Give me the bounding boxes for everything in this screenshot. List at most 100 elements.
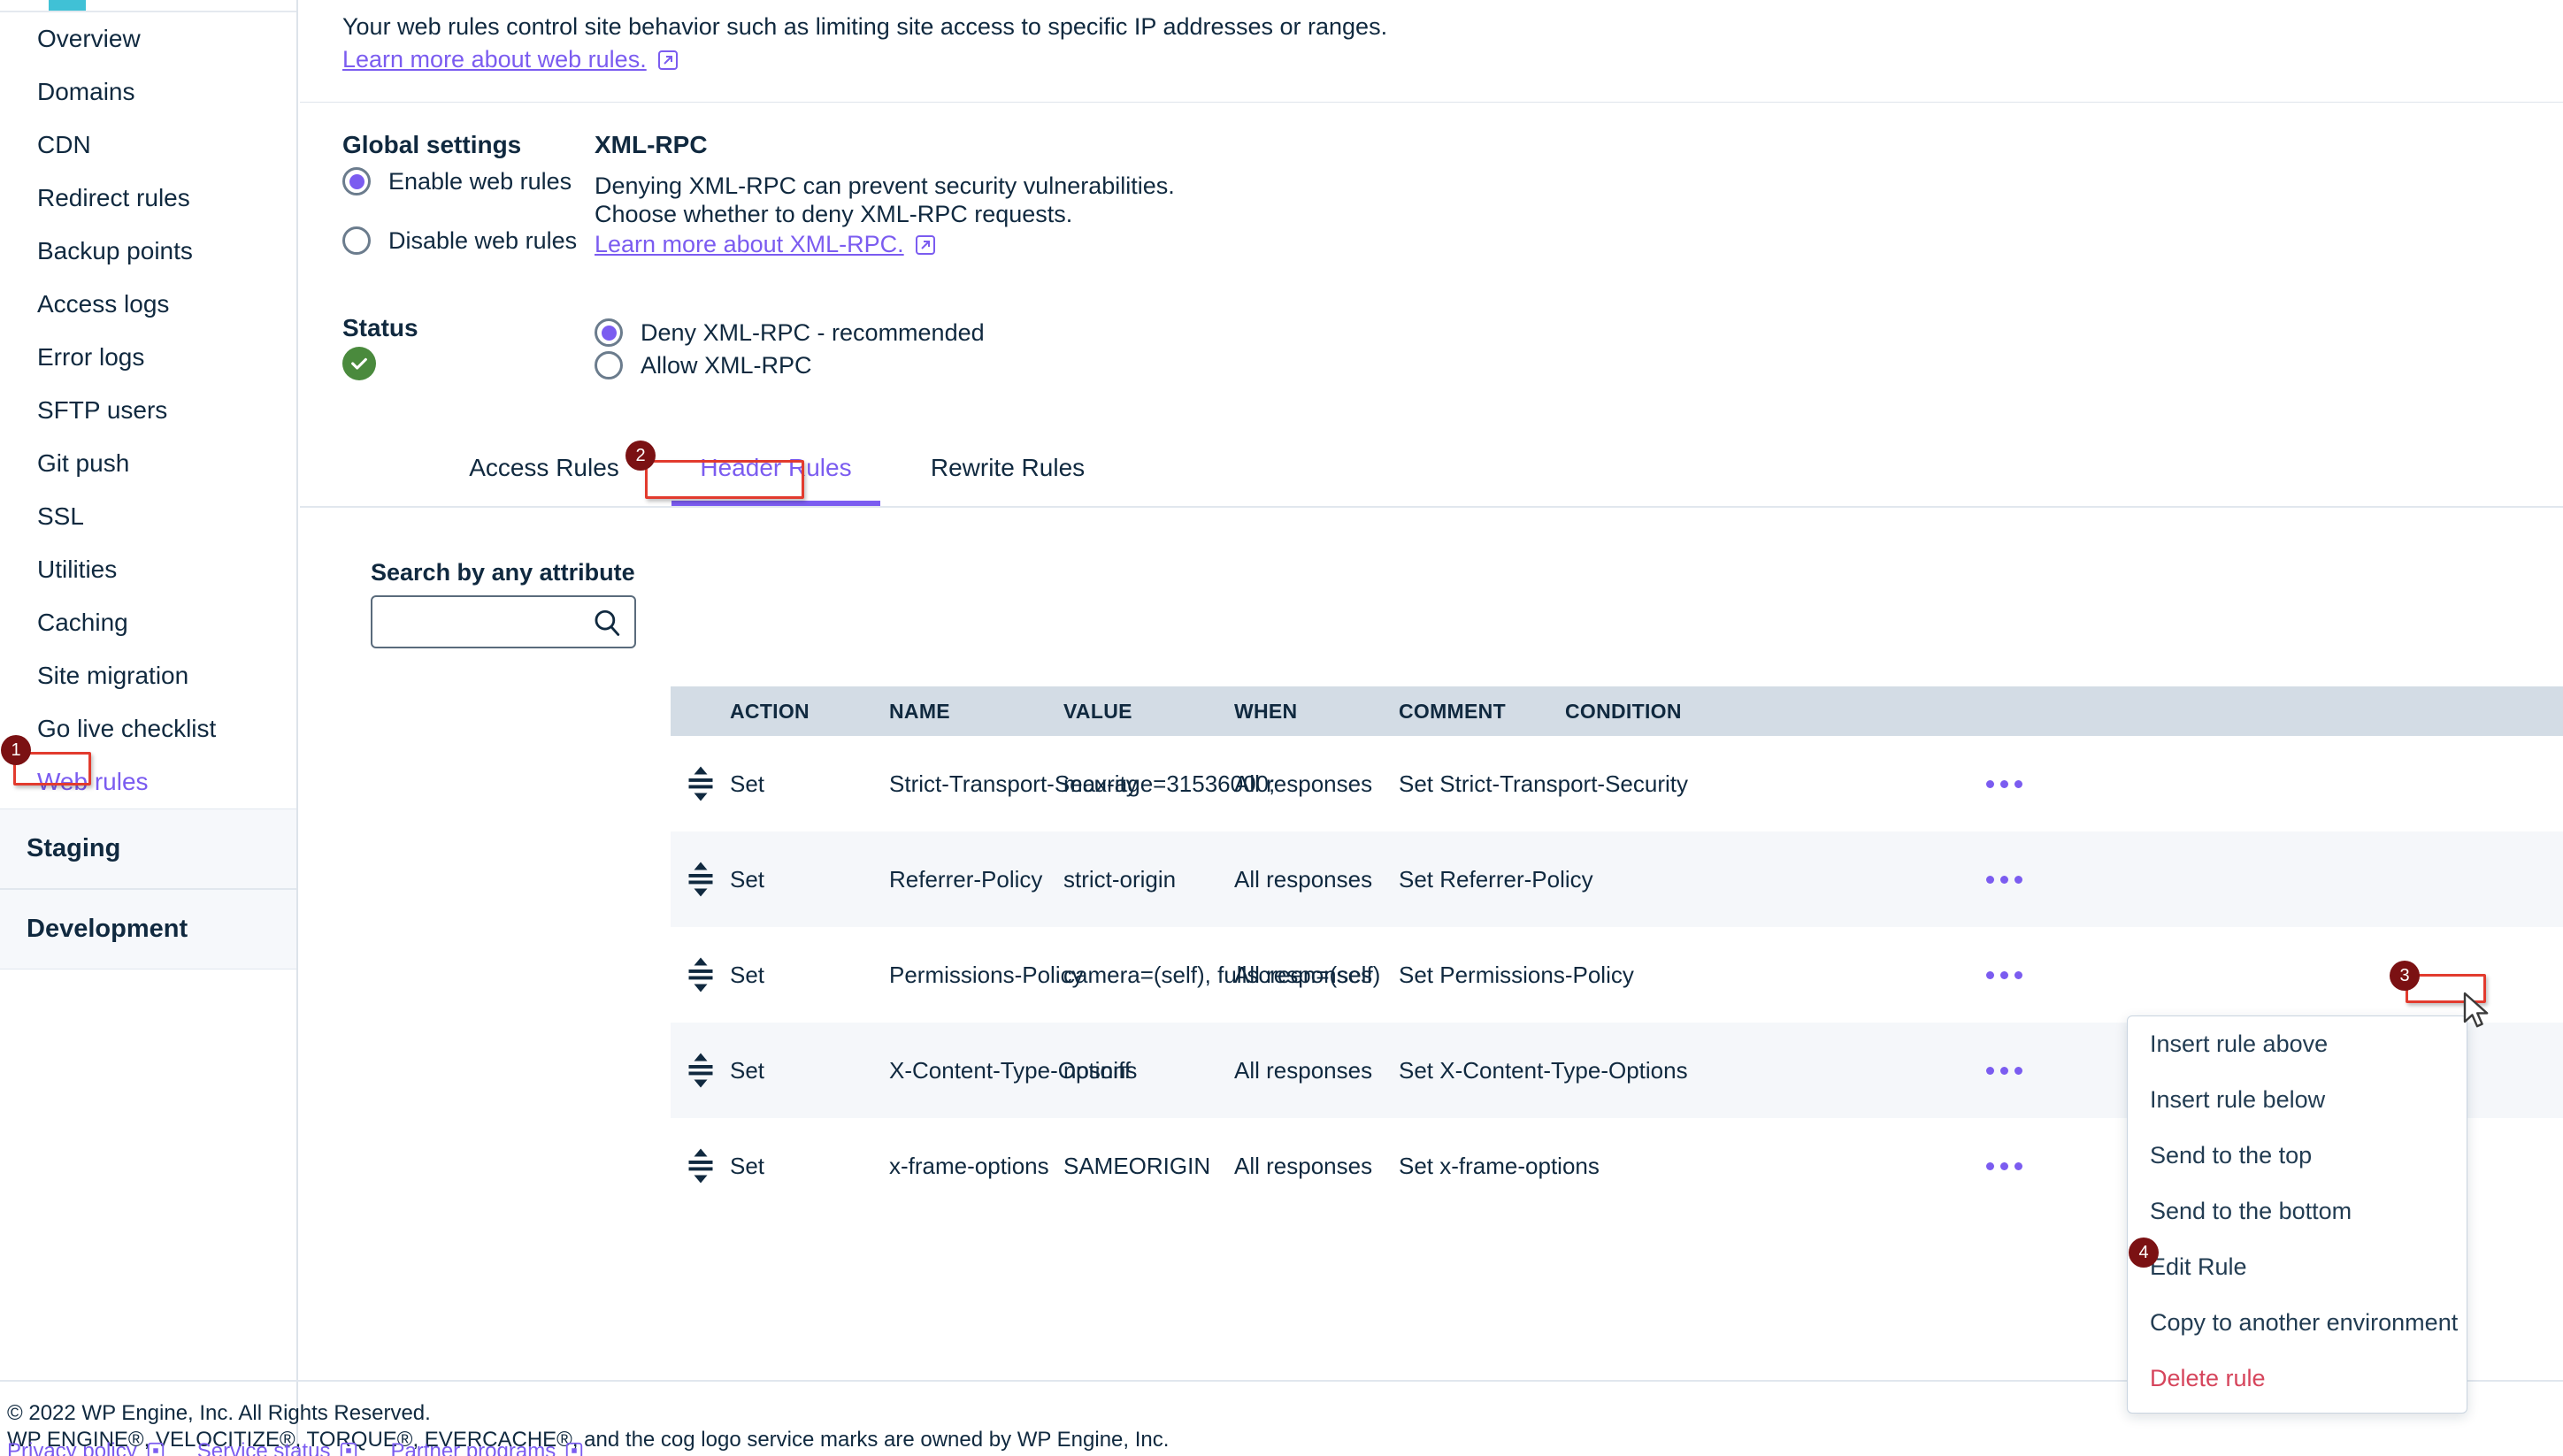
cell-name: x-frame-options [889, 1152, 1049, 1179]
sidebar-item-label: Site migration [37, 662, 189, 689]
learn-more-web-rules-label: Learn more about web rules. [342, 46, 647, 73]
learn-more-web-rules-link[interactable]: Learn more about web rules. [342, 46, 679, 73]
status-ok-icon [342, 347, 376, 380]
cell-action: Set [730, 1152, 765, 1179]
page-root: Overview Domains CDN Redirect rules Backup p… [0, 0, 2563, 1456]
search-icon[interactable] [592, 608, 622, 638]
cell-action: Set [730, 961, 765, 988]
context-menu-item-edit-rule[interactable]: Edit Rule [2128, 1239, 2467, 1295]
footer-link-service-status[interactable]: Service status [197, 1439, 361, 1456]
radio-allow-xmlrpc[interactable]: Allow XML-RPC [595, 351, 812, 379]
context-menu-item-send-to-the-top[interactable]: Send to the top [2128, 1128, 2467, 1184]
context-menu-item-label: Copy to another environment [2150, 1309, 2459, 1336]
cell-comment: Set Permissions-Policy [1399, 961, 1634, 988]
sidebar-item-label: Domains [37, 78, 135, 105]
external-link-icon-footer [146, 1441, 167, 1456]
sidebar-item-label: Error logs [37, 343, 145, 371]
tab-header-rules[interactable]: Header Rules [671, 433, 880, 502]
row-drag-handle[interactable] [671, 1147, 730, 1184]
footer-link-privacy-policy[interactable]: Privacy policy [7, 1439, 167, 1456]
search-field-wrapper[interactable] [371, 595, 636, 648]
sidebar-section-label: Staging [27, 834, 121, 862]
row-drag-handle[interactable] [671, 956, 730, 993]
xmlrpc-description-line1: Denying XML-RPC can prevent security vul… [595, 172, 1175, 199]
row-actions-menu-button[interactable] [1977, 1056, 2030, 1084]
footer-link-label: Privacy policy [7, 1439, 137, 1456]
xmlrpc-description-line2: Choose whether to deny XML-RPC requests. [595, 201, 1073, 227]
tab-rewrite-rules[interactable]: Rewrite Rules [903, 433, 1112, 502]
footer-copyright: © 2022 WP Engine, Inc. All Rights Reserv… [7, 1401, 431, 1425]
context-menu-item-insert-rule-above[interactable]: Insert rule above [2128, 1016, 2467, 1072]
row-drag-handle[interactable] [671, 765, 730, 802]
sidebar-section-label: Development [27, 915, 188, 943]
sidebar-section-development[interactable]: Development [0, 889, 296, 969]
sidebar-item-web-rules[interactable]: Web rules [0, 755, 296, 808]
tab-rewrite-rules-label: Rewrite Rules [930, 454, 1086, 481]
annotation-badge-1: 1 [1, 735, 31, 765]
row-actions-menu-button[interactable] [1977, 1152, 2030, 1180]
sidebar-nav-list: Overview Domains CDN Redirect rules Backup p… [0, 12, 296, 808]
row-actions-menu-button[interactable] [1977, 770, 2030, 798]
radio-allow-xmlrpc-control[interactable] [595, 351, 623, 379]
radio-enable-web-rules-control[interactable] [342, 167, 371, 195]
sidebar-item-redirect-rules[interactable]: Redirect rules [0, 172, 296, 225]
table-row: Set Strict-Transport-Security max-age=3153… [671, 736, 2563, 831]
th-when: WHEN [1234, 699, 1298, 723]
annotation-badge-2: 2 [625, 441, 656, 471]
xmlrpc-title: XML-RPC [595, 131, 708, 158]
context-menu-item-label: Send to the top [2150, 1142, 2313, 1169]
tab-active-underline [671, 501, 880, 506]
sidebar-item-cdn[interactable]: CDN [0, 119, 296, 172]
cell-value: nosniff [1063, 1056, 1132, 1084]
sidebar-item-caching[interactable]: Caching [0, 596, 296, 649]
cell-value: strict-origin [1063, 865, 1177, 893]
th-name: NAME [889, 699, 950, 723]
learn-more-xmlrpc-link[interactable]: Learn more about XML-RPC. [595, 231, 936, 258]
footer-links: Privacy policy Service status Partner prog… [7, 1439, 586, 1456]
tabs-baseline [300, 506, 2563, 508]
context-menu-list: Insert rule above Insert rule below Send t… [2128, 1016, 2467, 1406]
sidebar-item-overview[interactable]: Overview [0, 12, 296, 65]
context-menu-item-delete-rule[interactable]: Delete rule [2128, 1351, 2467, 1406]
radio-disable-web-rules-control[interactable] [342, 226, 371, 255]
cell-value: max-age=31536000; [1063, 770, 1276, 797]
cell-comment: Set Strict-Transport-Security [1399, 770, 1689, 797]
sidebar-item-sftp-users[interactable]: SFTP users [0, 384, 296, 437]
sidebar-item-label: Overview [37, 25, 141, 52]
sidebar-item-utilities[interactable]: Utilities [0, 543, 296, 596]
context-menu-item-send-to-the-bottom[interactable]: Send to the bottom [2128, 1184, 2467, 1239]
radio-enable-web-rules[interactable]: Enable web rules [342, 167, 572, 195]
footer-link-partner-programs[interactable]: Partner programs [390, 1439, 586, 1456]
sidebar-item-ssl[interactable]: SSL [0, 490, 296, 543]
cell-action: Set [730, 865, 765, 893]
sidebar-item-label: Caching [37, 609, 128, 636]
cell-action: Set [730, 770, 765, 797]
sidebar-item-error-logs[interactable]: Error logs [0, 331, 296, 384]
row-drag-handle[interactable] [671, 861, 730, 898]
context-menu-item-copy-to-another-environment[interactable]: Copy to another environment [2128, 1295, 2467, 1351]
row-context-menu: Insert rule above Insert rule below Send t… [2127, 1015, 2467, 1414]
radio-deny-xmlrpc[interactable]: Deny XML-RPC - recommended [595, 318, 985, 347]
row-actions-menu-button[interactable] [1977, 865, 2030, 893]
radio-deny-xmlrpc-control[interactable] [595, 318, 623, 347]
sidebar-item-git-push[interactable]: Git push [0, 437, 296, 490]
context-menu-item-insert-rule-below[interactable]: Insert rule below [2128, 1072, 2467, 1128]
tab-access-rules[interactable]: Access Rules [440, 433, 648, 502]
cell-action: Set [730, 1056, 765, 1084]
context-menu-item-label: Insert rule above [2150, 1031, 2329, 1057]
sidebar-nav: Overview Domains CDN Redirect rules Backup p… [0, 11, 296, 969]
th-action: ACTION [730, 699, 810, 723]
status-title: Status [342, 314, 418, 341]
sidebar-item-access-logs[interactable]: Access logs [0, 278, 296, 331]
sidebar-section-staging[interactable]: Staging [0, 808, 296, 889]
sidebar-item-backup-points[interactable]: Backup points [0, 225, 296, 278]
row-actions-menu-button[interactable] [1977, 961, 2030, 989]
sidebar-item-site-migration[interactable]: Site migration [0, 649, 296, 702]
sidebar-item-domains[interactable]: Domains [0, 65, 296, 119]
table-header-row: ACTION NAME VALUE WHEN COMMENT CONDITION [671, 686, 2563, 736]
tab-header-rules-label: Header Rules [700, 454, 852, 481]
row-drag-handle[interactable] [671, 1052, 730, 1089]
radio-disable-web-rules[interactable]: Disable web rules [342, 226, 577, 255]
sidebar-item-go-live-checklist[interactable]: Go live checklist [0, 702, 296, 755]
search-input[interactable] [372, 597, 594, 647]
